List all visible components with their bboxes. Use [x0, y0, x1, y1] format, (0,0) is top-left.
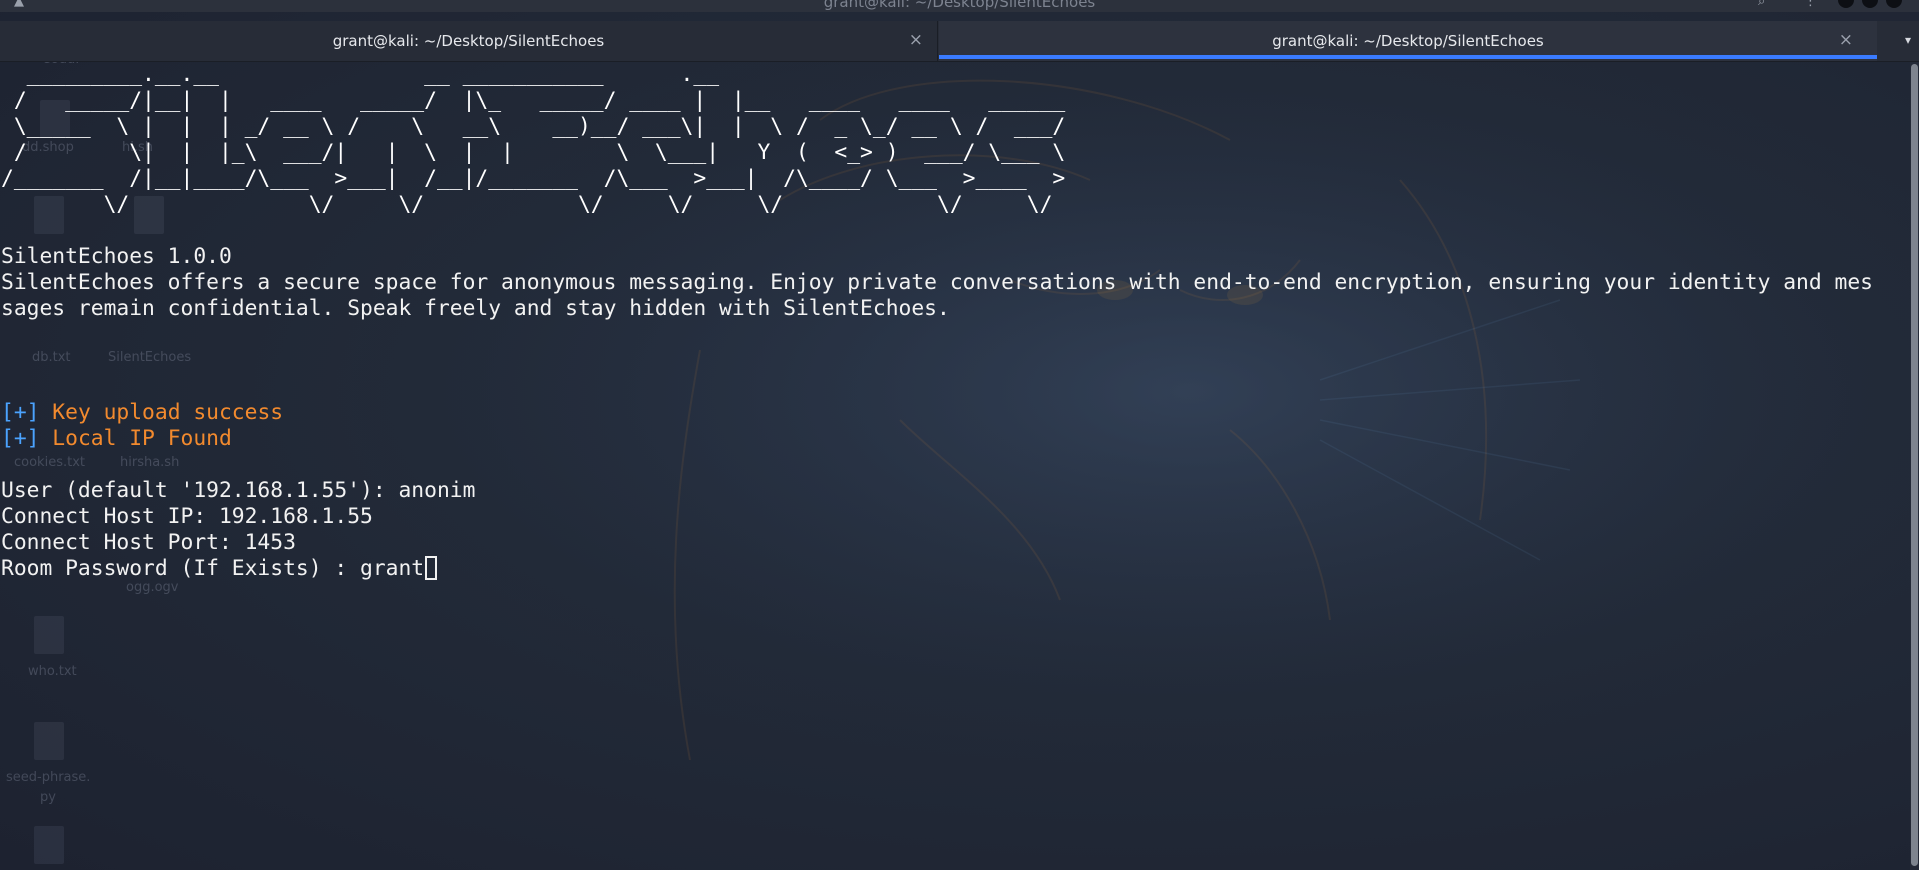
- more-options-icon[interactable]: ⋮: [1804, 0, 1817, 9]
- version-text: SilentEchoes 1.0.0: [1, 244, 232, 269]
- status-line: [+] Local IP Found: [1, 426, 232, 452]
- prompt-line: User (default '192.168.1.55'): anonim: [1, 478, 476, 503]
- active-tab-indicator: [939, 55, 1877, 59]
- window-title: grant@kali: ~/Desktop/SilentEchoes: [823, 0, 1096, 11]
- scrollbar-thumb[interactable]: [1911, 64, 1918, 866]
- prompt-line: Connect Host IP: 192.168.1.55: [1, 504, 373, 529]
- banner-line: _________.__.__ __ ___________ .__: [1, 62, 720, 87]
- tab-terminal-1[interactable]: grant@kali: ~/Desktop/SilentEchoes ×: [0, 21, 938, 61]
- description-text: sages remain confidential. Speak freely …: [1, 296, 950, 321]
- tab-terminal-2[interactable]: grant@kali: ~/Desktop/SilentEchoes ×: [939, 21, 1877, 61]
- banner-line: / _____/|__| | ____ _____/ |\_ _____/ __…: [1, 88, 1066, 113]
- status-bracket: [+]: [1, 400, 40, 425]
- text-cursor: [425, 556, 438, 580]
- close-icon[interactable]: ×: [1839, 30, 1853, 50]
- chevron-down-icon[interactable]: ▾: [1905, 33, 1911, 47]
- tab-label: grant@kali: ~/Desktop/SilentEchoes: [332, 32, 605, 50]
- status-bracket: [+]: [1, 426, 40, 451]
- banner-line: / \| | |_\ ___/| | \ | | \ \___| Y ( <_>…: [1, 140, 1066, 165]
- status-line: [+] Key upload success: [1, 400, 283, 426]
- tab-bar: grant@kali: ~/Desktop/SilentEchoes × gra…: [0, 21, 1919, 62]
- banner-line: /_______ /|__|____/\___ >___| /__|/_____…: [1, 166, 1066, 191]
- search-icon[interactable]: ⌕: [1758, 0, 1765, 9]
- banner-line: \/ \/ \/ \/ \/ \/ \/ \/: [1, 192, 1053, 217]
- terminal-output[interactable]: _________.__.__ __ ___________ .__ / ___…: [0, 62, 1910, 870]
- terminal-window: sodu. dd.shop hi.sh db.txt SilentEchoes …: [0, 0, 1919, 870]
- status-text: Key upload success: [52, 400, 284, 425]
- close-icon[interactable]: ×: [909, 30, 923, 50]
- password-prompt-line[interactable]: Room Password (If Exists) : grant: [1, 556, 438, 582]
- window-menu-icon[interactable]: ▲: [14, 0, 24, 9]
- status-text: Local IP Found: [52, 426, 232, 451]
- description-text: SilentEchoes offers a secure space for a…: [1, 270, 1873, 295]
- prompt-line: Connect Host Port: 1453: [1, 530, 296, 555]
- window-titlebar[interactable]: grant@kali: ~/Desktop/SilentEchoes ▲ ⌕ ⋮: [0, 0, 1919, 12]
- tab-label: grant@kali: ~/Desktop/SilentEchoes: [1272, 32, 1544, 50]
- banner-line: \_____ \ | | | _/ __ \ / \ __\ __)__/ __…: [1, 114, 1066, 139]
- password-prompt: Room Password (If Exists) : grant: [1, 556, 425, 581]
